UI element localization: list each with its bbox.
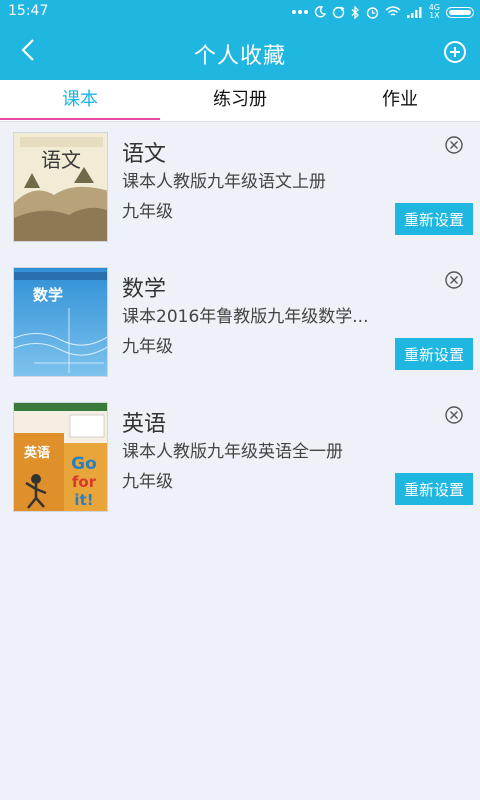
reset-button[interactable]: 重新设置 xyxy=(395,203,473,235)
status-bar: 15:47 4G 1X xyxy=(0,0,480,24)
tab-homework[interactable]: 作业 xyxy=(320,80,480,122)
plus-circle-icon xyxy=(440,41,470,71)
wifi-icon xyxy=(385,6,401,18)
book-item[interactable]: 语文 语文 课本人教版九年级语文上册 九年级 重新设置 xyxy=(0,122,480,257)
close-circle-icon xyxy=(444,136,464,159)
tab-bar: 课本 练习册 作业 xyxy=(0,80,480,122)
book-item[interactable]: 英语 Go for it! 英语 课本人教版九年级英语全一册 九年级 重新设置 xyxy=(0,392,480,527)
moon-icon xyxy=(314,6,326,18)
book-cover-english: 英语 Go for it! xyxy=(13,402,108,512)
close-circle-icon xyxy=(444,271,464,294)
svg-text:it!: it! xyxy=(74,491,93,509)
tab-workbook[interactable]: 练习册 xyxy=(160,80,320,122)
book-desc: 课本2016年鲁教版九年级数学... xyxy=(122,307,369,327)
book-desc: 课本人教版九年级语文上册 xyxy=(122,172,326,192)
remove-button[interactable] xyxy=(444,405,464,425)
book-title: 英语 xyxy=(122,412,167,437)
tab-textbook[interactable]: 课本 xyxy=(0,80,160,122)
add-button[interactable] xyxy=(440,37,470,67)
book-list: 语文 语文 课本人教版九年级语文上册 九年级 重新设置 数学 数学 课本2016… xyxy=(0,122,480,527)
book-grade: 九年级 xyxy=(122,472,173,492)
more-dots-icon xyxy=(291,9,308,15)
signal-icon xyxy=(406,6,423,18)
book-title: 数学 xyxy=(122,277,167,302)
cover-title-text: 英语 xyxy=(23,445,50,461)
book-cover-chinese: 语文 xyxy=(13,132,108,242)
title-bar: 个人收藏 xyxy=(0,24,480,80)
remove-button[interactable] xyxy=(444,135,464,155)
status-icons: 4G 1X xyxy=(291,2,474,22)
alarm-icon xyxy=(366,6,379,19)
network-type-bottom: 1X xyxy=(429,11,440,20)
book-grade: 九年级 xyxy=(122,337,173,357)
network-label: 4G 1X xyxy=(429,4,440,20)
svg-text:for: for xyxy=(72,473,97,491)
reset-button[interactable]: 重新设置 xyxy=(395,338,473,370)
sync-icon xyxy=(332,5,345,19)
remove-button[interactable] xyxy=(444,270,464,290)
page-title: 个人收藏 xyxy=(193,44,286,69)
battery-icon xyxy=(446,6,474,18)
cover-title-text: 语文 xyxy=(41,148,81,172)
bluetooth-icon xyxy=(351,5,360,19)
status-time: 15:47 xyxy=(8,3,49,19)
book-desc: 课本人教版九年级英语全一册 xyxy=(122,442,343,462)
book-item[interactable]: 数学 数学 课本2016年鲁教版九年级数学... 九年级 重新设置 xyxy=(0,257,480,392)
book-cover-math: 数学 xyxy=(13,267,108,377)
reset-button[interactable]: 重新设置 xyxy=(395,473,473,505)
svg-text:Go: Go xyxy=(71,454,97,474)
cover-title-text: 数学 xyxy=(33,286,63,304)
book-title: 语文 xyxy=(122,142,167,167)
close-circle-icon xyxy=(444,406,464,429)
book-grade: 九年级 xyxy=(122,202,173,222)
